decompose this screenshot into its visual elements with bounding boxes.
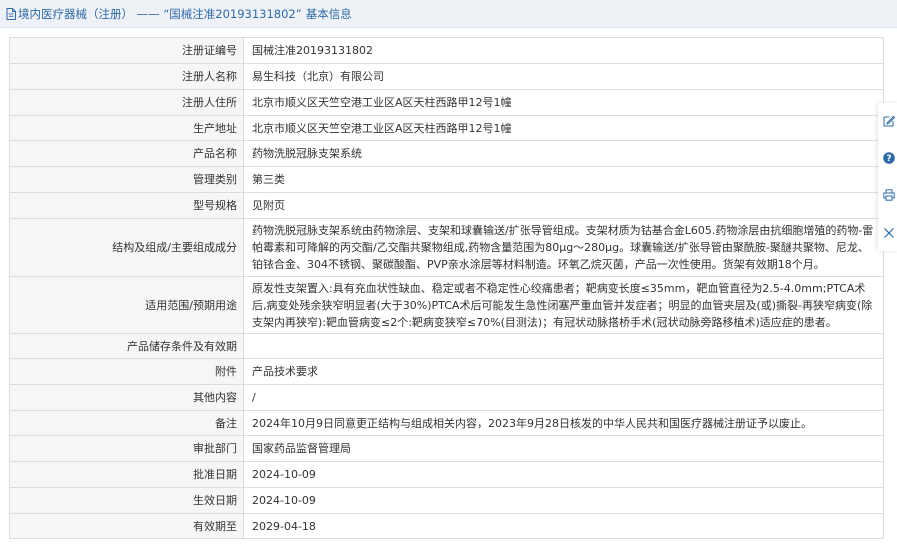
field-label: 生产地址 [9, 115, 244, 141]
print-icon[interactable] [883, 189, 895, 201]
field-label: 批准日期 [9, 461, 244, 488]
field-label: 注册人名称 [9, 63, 244, 90]
field-label: 生效日期 [9, 487, 244, 514]
field-label: 备注 [9, 410, 244, 436]
field-value: 北京市顺义区天竺空港工业区A区天柱西路甲12号1幢 [243, 89, 884, 116]
page-header: 境内医疗器械（注册） —— “国械注准20193131802” 基本信息 [0, 0, 897, 28]
field-value: 国械注准20193131802 [243, 37, 884, 64]
field-value: 原发性支架置入:具有充血状性缺血、稳定或者不稳定性心绞痛患者；靶病变长度≤35m… [243, 276, 884, 334]
table-row: 批准日期 2024-10-09 [9, 461, 884, 488]
field-value: 国家药品监督管理局 [243, 435, 884, 462]
document-icon [6, 7, 16, 20]
table-row: 管理类别 第三类 [9, 166, 884, 193]
table-row: 适用范围/预期用途 原发性支架置入:具有充血状性缺血、稳定或者不稳定性心绞痛患者；… [9, 276, 884, 334]
field-label: 型号规格 [9, 192, 244, 219]
field-value: 2029-04-18 [243, 513, 884, 539]
title-separator: —— [133, 6, 164, 21]
table-row: 产品储存条件及有效期 [9, 333, 884, 359]
field-label: 有效期至 [9, 513, 244, 539]
title-record: “国械注准20193131802” [163, 6, 302, 21]
field-label: 产品名称 [9, 140, 244, 167]
table-row: 审批部门 国家药品监督管理局 [9, 435, 884, 462]
field-label: 其他内容 [9, 384, 244, 411]
info-panel: 注册证编号 国械注准20193131802 注册人名称 易生科技（北京）有限公司 注册人… [9, 37, 884, 539]
field-value: 第三类 [243, 166, 884, 193]
table-row: 有效期至 2029-04-18 [9, 513, 884, 539]
field-value: 2024年10月9日同意更正结构与组成相关内容，2023年9月28日核发的中华人… [243, 410, 884, 436]
field-value: 药物洗脱冠脉支架系统由药物涂层、支架和球囊输送/扩张导管组成。支架材质为钴基合金… [243, 218, 884, 277]
page-title: 境内医疗器械（注册） —— “国械注准20193131802” 基本信息 [18, 6, 352, 22]
table-row: 其他内容 / [9, 384, 884, 411]
field-label: 产品储存条件及有效期 [9, 333, 244, 359]
table-row: 结构及组成/主要组成成分 药物洗脱冠脉支架系统由药物涂层、支架和球囊输送/扩张导管… [9, 218, 884, 277]
field-value: 见附页 [243, 192, 884, 219]
field-label: 附件 [9, 358, 244, 385]
table-row: 产品名称 药物洗脱冠脉支架系统 [9, 140, 884, 167]
field-value: 产品技术要求 [243, 358, 884, 385]
field-value: 药物洗脱冠脉支架系统 [243, 140, 884, 167]
field-value: 北京市顺义区天竺空港工业区A区天柱西路甲12号1幢 [243, 115, 884, 141]
edit-icon[interactable] [883, 115, 895, 127]
field-value: 2024-10-09 [243, 461, 884, 488]
table-row: 备注 2024年10月9日同意更正结构与组成相关内容，2023年9月28日核发的中… [9, 410, 884, 436]
table-row: 附件 产品技术要求 [9, 358, 884, 385]
side-toolbar: ? [878, 103, 897, 251]
field-label: 注册证编号 [9, 37, 244, 64]
table-row: 生产地址 北京市顺义区天竺空港工业区A区天柱西路甲12号1幢 [9, 115, 884, 141]
table-row: 生效日期 2024-10-09 [9, 487, 884, 514]
help-icon[interactable]: ? [883, 152, 895, 164]
field-label: 审批部门 [9, 435, 244, 462]
field-value: / [243, 384, 884, 411]
info-table: 注册证编号 国械注准20193131802 注册人名称 易生科技（北京）有限公司 注册人… [9, 37, 884, 539]
field-label: 管理类别 [9, 166, 244, 193]
field-value [243, 333, 884, 359]
table-row: 型号规格 见附页 [9, 192, 884, 219]
field-label: 注册人住所 [9, 89, 244, 116]
svg-text:?: ? [886, 154, 891, 164]
field-value: 易生科技（北京）有限公司 [243, 63, 884, 90]
table-row: 注册人名称 易生科技（北京）有限公司 [9, 63, 884, 90]
field-label: 结构及组成/主要组成成分 [9, 218, 244, 277]
table-row: 注册人住所 北京市顺义区天竺空港工业区A区天柱西路甲12号1幢 [9, 89, 884, 116]
close-icon[interactable] [883, 227, 895, 239]
title-suffix: 基本信息 [305, 6, 352, 21]
table-row: 注册证编号 国械注准20193131802 [9, 37, 884, 64]
title-prefix: 境内医疗器械（注册） [18, 6, 133, 21]
field-label: 适用范围/预期用途 [9, 276, 244, 334]
field-value: 2024-10-09 [243, 487, 884, 514]
